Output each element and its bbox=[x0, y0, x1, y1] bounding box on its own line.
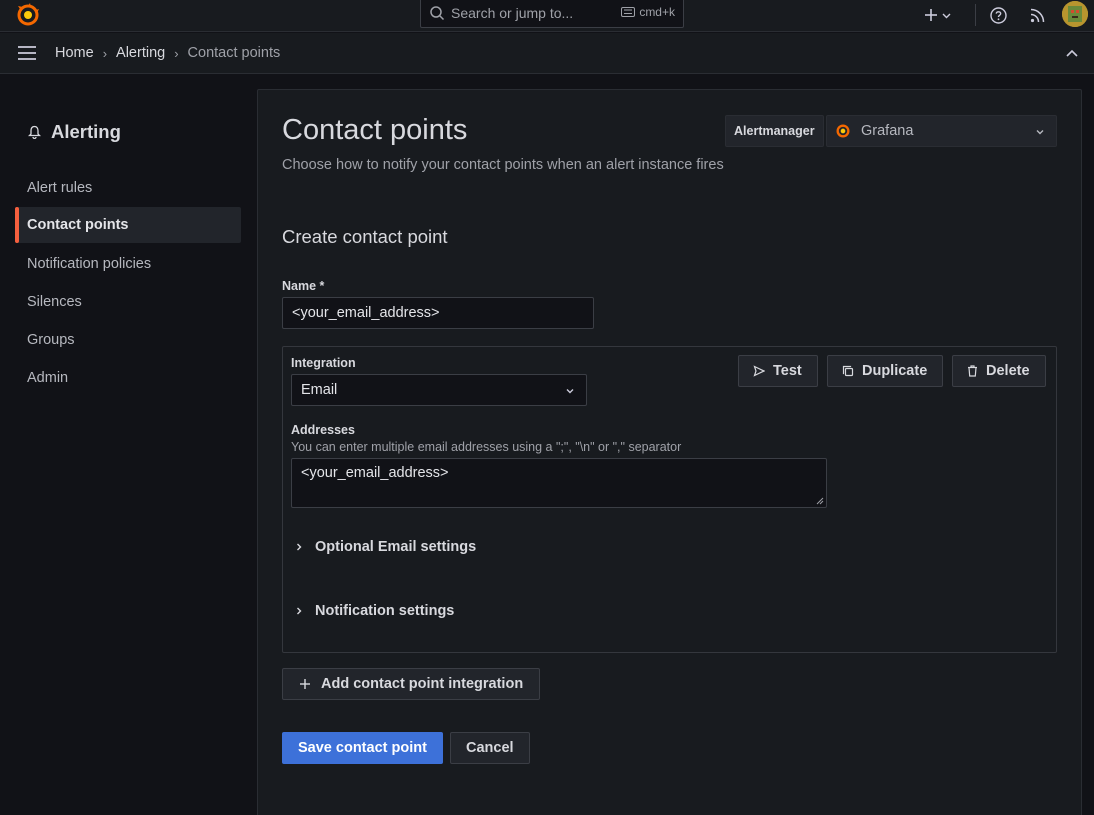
add-integration-button[interactable]: Add contact point integration bbox=[282, 668, 541, 700]
chevron-down-icon bbox=[564, 385, 576, 397]
alertmanager-value: Grafana bbox=[861, 123, 914, 139]
new-button[interactable] bbox=[924, 4, 951, 26]
alertmanager-select[interactable]: Grafana bbox=[826, 115, 1057, 147]
duplicate-button-label: Duplicate bbox=[862, 363, 928, 379]
notification-settings-label: Notification settings bbox=[315, 603, 455, 619]
sidebar-item-alert-rules[interactable]: Alert rules bbox=[15, 170, 241, 206]
sidebar-item-admin[interactable]: Admin bbox=[15, 360, 241, 396]
menu-icon[interactable] bbox=[17, 45, 37, 61]
sidebar: Alerting Alert rules Contact points Noti… bbox=[0, 75, 257, 815]
sidebar-item-notification-policies[interactable]: Notification policies bbox=[15, 246, 241, 282]
chevron-up-icon[interactable] bbox=[1064, 46, 1080, 62]
search-input[interactable]: Search or jump to... cmd+k bbox=[420, 0, 684, 28]
alertmanager-label: Alertmanager bbox=[725, 115, 824, 147]
page-title: Contact points bbox=[282, 114, 468, 146]
search-icon bbox=[429, 5, 445, 21]
resize-handle-icon[interactable] bbox=[816, 497, 824, 505]
keyboard-icon bbox=[621, 7, 636, 17]
breadcrumb-separator-icon: › bbox=[102, 45, 108, 61]
optional-email-settings-label: Optional Email settings bbox=[315, 539, 477, 555]
test-button[interactable]: Test bbox=[738, 355, 818, 387]
avatar[interactable] bbox=[1062, 1, 1088, 27]
breadcrumb-home[interactable]: Home bbox=[55, 45, 94, 61]
section-title-label: Alerting bbox=[51, 121, 121, 142]
chevron-right-icon bbox=[293, 541, 305, 553]
addresses-textarea[interactable]: <your_email_address> bbox=[291, 458, 827, 508]
sidebar-item-silences[interactable]: Silences bbox=[15, 284, 241, 320]
breadcrumb-current: Contact points bbox=[187, 45, 281, 61]
addresses-label: Addresses bbox=[291, 423, 355, 437]
duplicate-button[interactable]: Duplicate bbox=[827, 355, 944, 387]
sidebar-item-label: Silences bbox=[27, 294, 82, 310]
page-subtitle: Choose how to notify your contact points… bbox=[282, 157, 724, 173]
copy-icon bbox=[842, 365, 854, 377]
add-integration-label: Add contact point integration bbox=[321, 676, 524, 692]
grafana-logo-icon bbox=[835, 123, 851, 139]
integration-label: Integration bbox=[291, 356, 356, 370]
rss-icon[interactable] bbox=[1026, 4, 1048, 26]
help-icon[interactable] bbox=[987, 4, 1009, 26]
save-button[interactable]: Save contact point bbox=[282, 732, 443, 764]
delete-button[interactable]: Delete bbox=[952, 355, 1046, 387]
main-panel: Contact points Choose how to notify your… bbox=[257, 89, 1082, 815]
cancel-button[interactable]: Cancel bbox=[450, 732, 530, 764]
integration-section: Integration Email Test Duplicate Delete bbox=[282, 346, 1057, 653]
sidebar-item-groups[interactable]: Groups bbox=[15, 322, 241, 358]
grafana-logo-icon[interactable] bbox=[16, 3, 40, 27]
breadcrumb-bar: Home › Alerting › Contact points bbox=[0, 33, 1094, 74]
sidebar-item-label: Contact points bbox=[27, 217, 129, 233]
delete-button-label: Delete bbox=[986, 363, 1030, 379]
sidebar-item-label: Admin bbox=[27, 370, 69, 386]
breadcrumb-separator-icon: › bbox=[174, 45, 179, 61]
addresses-description: You can enter multiple email addresses u… bbox=[291, 440, 682, 454]
bell-icon bbox=[28, 125, 41, 139]
top-bar: Search or jump to... cmd+k bbox=[0, 0, 1094, 32]
optional-email-settings-toggle[interactable]: Optional Email settings bbox=[293, 539, 476, 555]
sidebar-item-contact-points[interactable]: Contact points bbox=[15, 207, 241, 243]
integration-select[interactable]: Email bbox=[291, 374, 587, 406]
form-title: Create contact point bbox=[282, 226, 448, 247]
plus-icon bbox=[299, 678, 311, 690]
top-divider bbox=[975, 4, 976, 26]
addresses-value: <your_email_address> bbox=[301, 465, 449, 481]
search-placeholder: Search or jump to... bbox=[451, 5, 574, 21]
breadcrumb: Home › Alerting › Contact points bbox=[55, 45, 280, 61]
name-input[interactable]: <your_email_address> bbox=[282, 297, 594, 329]
search-shortcut: cmd+k bbox=[621, 5, 675, 19]
send-icon bbox=[753, 365, 765, 377]
trash-icon bbox=[967, 365, 978, 377]
notification-settings-toggle[interactable]: Notification settings bbox=[293, 603, 454, 619]
sidebar-item-label: Alert rules bbox=[27, 180, 93, 196]
section-title: Alerting bbox=[28, 121, 121, 143]
shortcut-text: cmd+k bbox=[639, 5, 675, 19]
plus-icon bbox=[924, 8, 938, 22]
chevron-down-icon bbox=[1034, 126, 1046, 138]
chevron-down-icon bbox=[942, 11, 951, 20]
name-label: Name * bbox=[282, 279, 325, 293]
test-button-label: Test bbox=[773, 363, 802, 379]
sidebar-item-label: Notification policies bbox=[27, 256, 152, 272]
integration-value: Email bbox=[301, 382, 338, 398]
breadcrumb-alerting[interactable]: Alerting bbox=[116, 45, 165, 61]
sidebar-item-label: Groups bbox=[27, 332, 75, 348]
chevron-right-icon bbox=[293, 605, 305, 617]
